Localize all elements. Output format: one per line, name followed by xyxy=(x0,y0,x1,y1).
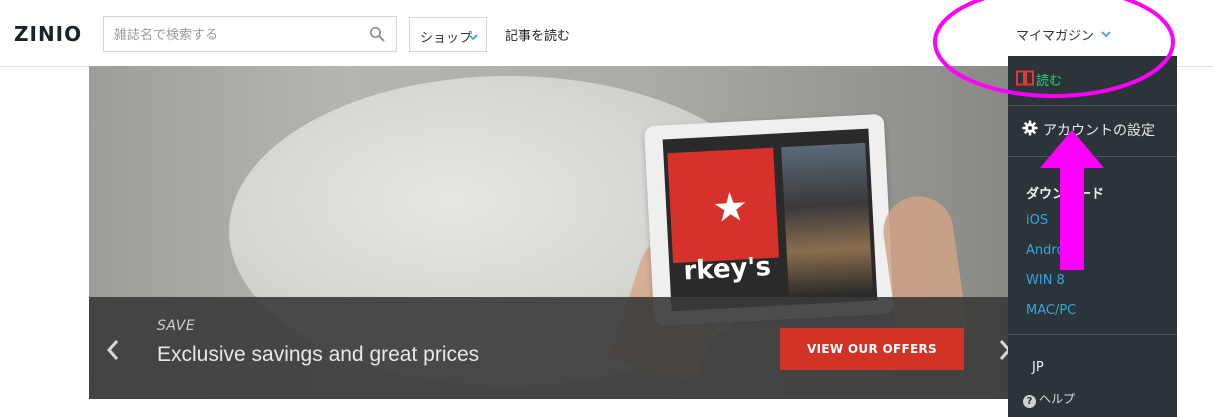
shop-label: ショップ xyxy=(420,31,473,46)
chevron-down-icon xyxy=(468,30,478,45)
shop-dropdown[interactable]: ショップ xyxy=(409,17,487,52)
annotation-arrow xyxy=(1040,130,1104,270)
hero-tag: SAVE xyxy=(157,318,196,334)
search-input[interactable] xyxy=(112,23,356,47)
tablet-star: ★ xyxy=(711,184,750,232)
annotation-ellipse xyxy=(933,0,1175,98)
zinio-logo[interactable]: ZINIO xyxy=(14,22,82,46)
menu-divider xyxy=(1008,105,1177,106)
download-win8-link[interactable]: WIN 8 xyxy=(1026,273,1065,288)
region-selector[interactable]: JP xyxy=(1032,360,1044,375)
hero-tablet-image: ★ rkey's xyxy=(643,113,895,327)
question-circle-icon: ? xyxy=(1023,395,1036,408)
download-macpc-link[interactable]: MAC/PC xyxy=(1026,303,1076,318)
help-link[interactable]: ? ヘルプ xyxy=(1023,390,1075,408)
tablet-screen: ★ rkey's xyxy=(662,128,878,312)
hero-headline: Exclusive savings and great prices xyxy=(157,343,480,366)
previous-slide-button[interactable] xyxy=(106,334,120,369)
search-icon[interactable] xyxy=(369,26,385,46)
tablet-headline: rkey's xyxy=(682,251,772,287)
view-offers-button[interactable]: VIEW OUR OFFERS xyxy=(780,328,964,370)
help-label: ヘルプ xyxy=(1039,392,1076,406)
gear-icon xyxy=(1022,120,1038,140)
read-articles-link[interactable]: 記事を読む xyxy=(505,25,570,44)
hero-caption-bar: SAVE Exclusive savings and great prices … xyxy=(89,297,1129,399)
search-box[interactable] xyxy=(103,16,397,52)
hero-banner: ★ rkey's SAVE Exclusive savings and grea… xyxy=(89,66,1129,399)
tablet-photo-column xyxy=(781,142,873,298)
menu-divider xyxy=(1008,334,1177,335)
tablet-flag: ★ xyxy=(667,147,779,264)
